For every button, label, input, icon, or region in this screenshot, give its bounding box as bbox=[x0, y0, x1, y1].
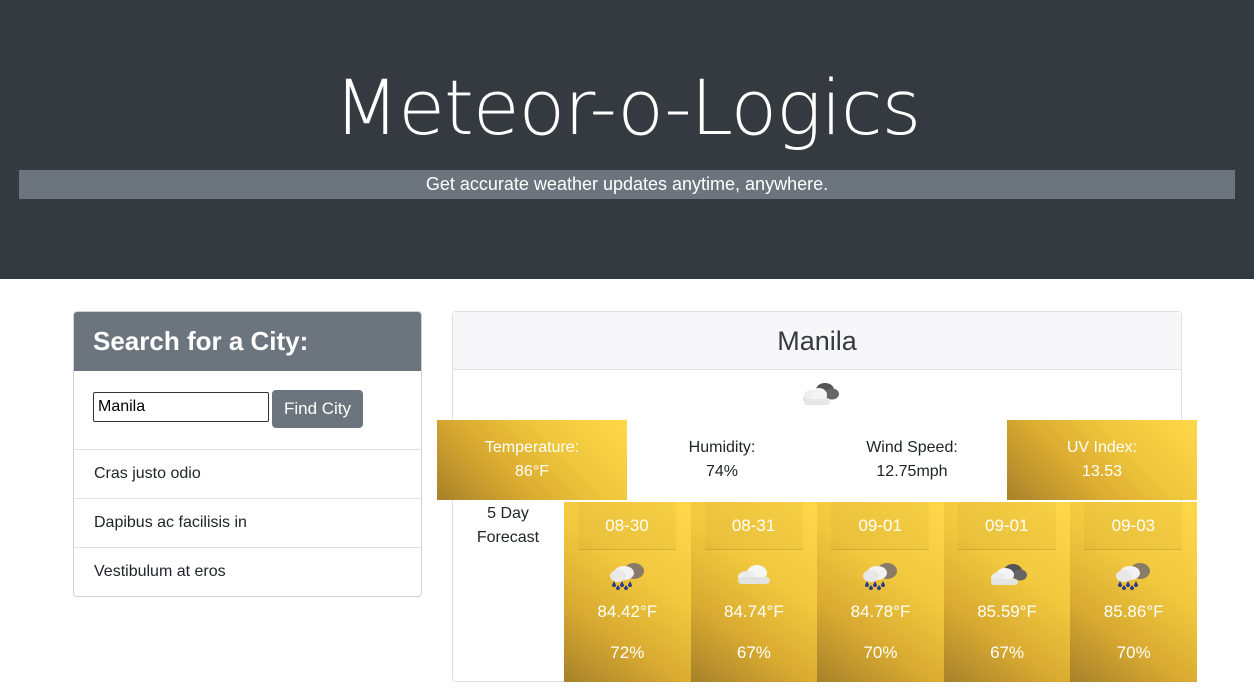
forecast-temperature: 85.59°F bbox=[977, 602, 1037, 621]
forecast-day-card: 09-01 84.78°F 70% bbox=[817, 502, 944, 682]
forecast-date: 09-03 bbox=[1084, 502, 1183, 550]
site-title: Meteor-o-Logics bbox=[333, 63, 922, 152]
stat-value: 86°F bbox=[515, 463, 549, 480]
forecast-humidity: 72% bbox=[610, 643, 645, 662]
header-banner: Meteor-o-Logics Get accurate weather upd… bbox=[0, 0, 1254, 279]
rain-icon bbox=[1116, 563, 1151, 590]
forecast-humidity: 70% bbox=[863, 643, 898, 662]
search-form: Find City bbox=[74, 371, 421, 449]
cloud-icon bbox=[737, 565, 770, 584]
cloudy-icon bbox=[990, 564, 1027, 585]
forecast-humidity: 67% bbox=[990, 643, 1025, 662]
forecast-label-line: Forecast bbox=[476, 529, 540, 546]
forecast-day-card: 08-30 84.42°F 72% bbox=[564, 502, 691, 682]
stat-value: 74% bbox=[705, 463, 739, 480]
forecast-humidity: 67% bbox=[736, 643, 771, 662]
stat-label: Wind Speed: bbox=[866, 439, 958, 456]
forecast-date: 08-30 bbox=[578, 502, 676, 550]
temperature-stat: Temperature: 86°F bbox=[437, 420, 627, 500]
search-history-list: Cras justo odio Dapibus ac facilisis in … bbox=[74, 449, 421, 596]
forecast-temperature: 84.74°F bbox=[724, 602, 784, 621]
forecast-day-card: 09-01 85.59°F 67% bbox=[943, 502, 1071, 682]
history-item[interactable]: Dapibus ac facilisis in bbox=[74, 498, 421, 547]
rain-icon bbox=[610, 563, 644, 590]
history-item[interactable]: Cras justo odio bbox=[74, 449, 421, 498]
stat-value: 12.75mph bbox=[876, 463, 948, 480]
forecast-temperature: 85.86°F bbox=[1103, 602, 1164, 621]
forecast-date: 09-01 bbox=[831, 502, 930, 550]
search-card: Search for a City: Find City Cras justo … bbox=[73, 311, 422, 597]
forecast-temperature: 84.42°F bbox=[597, 602, 658, 621]
forecast-label: 5 Day Forecast bbox=[453, 502, 563, 550]
stat-label: Humidity: bbox=[688, 439, 756, 456]
rain-icon bbox=[863, 563, 898, 590]
tagline: Get accurate weather updates anytime, an… bbox=[19, 170, 1235, 199]
forecast-date: 08-31 bbox=[704, 502, 803, 550]
find-city-button[interactable]: Find City bbox=[272, 390, 363, 428]
stat-label: UV Index: bbox=[1066, 439, 1138, 456]
humidity-stat: Humidity: 74% bbox=[627, 420, 817, 500]
forecast-humidity: 70% bbox=[1116, 643, 1151, 662]
search-heading: Search for a City: bbox=[74, 312, 421, 371]
city-search-input[interactable] bbox=[93, 392, 269, 422]
forecast-day-card: 09-03 85.86°F 70% bbox=[1070, 502, 1197, 682]
wind-speed-stat: Wind Speed: 12.75mph bbox=[817, 420, 1007, 500]
forecast-label-line: 5 Day bbox=[487, 505, 529, 522]
history-item[interactable]: Vestibulum at eros bbox=[74, 547, 421, 596]
stat-value: 13.53 bbox=[1081, 463, 1123, 480]
current-stats-row: Temperature: 86°F Humidity: 74% Wind Spe… bbox=[437, 420, 1197, 500]
forecast-row: 08-30 84.42°F 72% 08-31 84.74°F 67% 09-0… bbox=[564, 502, 1197, 682]
uv-index-stat: UV Index: 13.53 bbox=[1007, 420, 1197, 500]
stat-label: Temperature: bbox=[484, 439, 580, 456]
forecast-temperature: 84.78°F bbox=[850, 602, 911, 621]
city-name: Manila bbox=[453, 312, 1181, 370]
forecast-day-card: 08-31 84.74°F 67% bbox=[690, 502, 818, 682]
cloudy-icon bbox=[803, 383, 839, 405]
forecast-date: 09-01 bbox=[957, 502, 1056, 550]
